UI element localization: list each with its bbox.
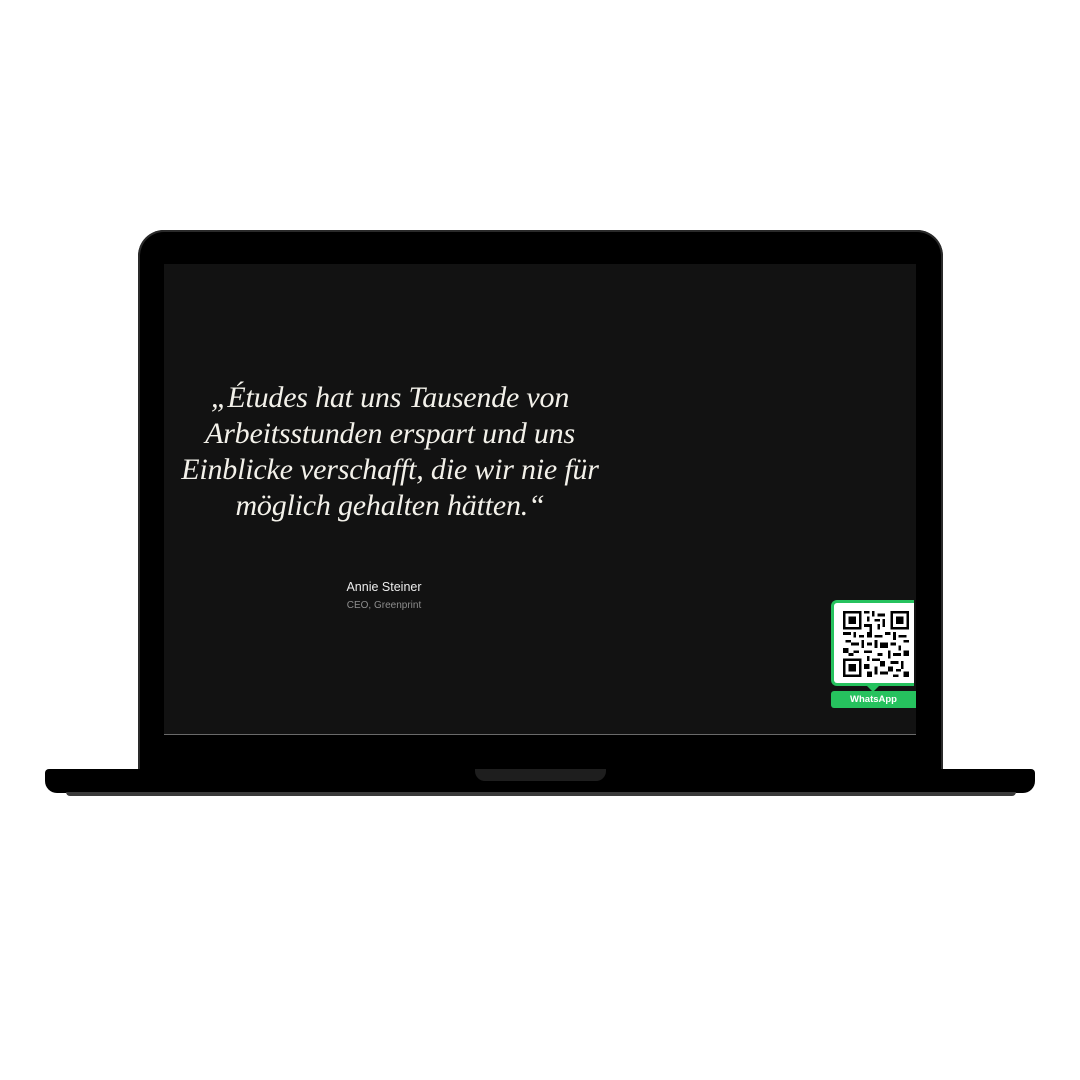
quote-line: möglich gehalten hätten.“ [235, 489, 545, 522]
whatsapp-button[interactable]: WhatsApp [831, 691, 916, 708]
quote-line: „Études hat uns Tausende von [210, 381, 570, 414]
qr-code-icon [843, 611, 909, 677]
quote-line: Einblicke verschafft, die wir nie für [181, 453, 599, 486]
testimonial-quote: „Études hat uns Tausende von Arbeitsstun… [170, 380, 610, 524]
qr-card[interactable] [831, 600, 914, 686]
laptop-mockup: „Études hat uns Tausende von Arbeitsstun… [0, 0, 1080, 1080]
laptop-opening-notch [475, 769, 606, 781]
whatsapp-widget[interactable]: WhatsApp [831, 600, 916, 710]
laptop-base-shadow [66, 792, 1016, 796]
quote-line: Arbeitsstunden erspart und uns [205, 417, 575, 450]
author-name: Annie Steiner [346, 580, 422, 594]
laptop-screen: „Études hat uns Tausende von Arbeitsstun… [164, 264, 916, 735]
author-role: CEO, Greenprint [346, 600, 422, 611]
